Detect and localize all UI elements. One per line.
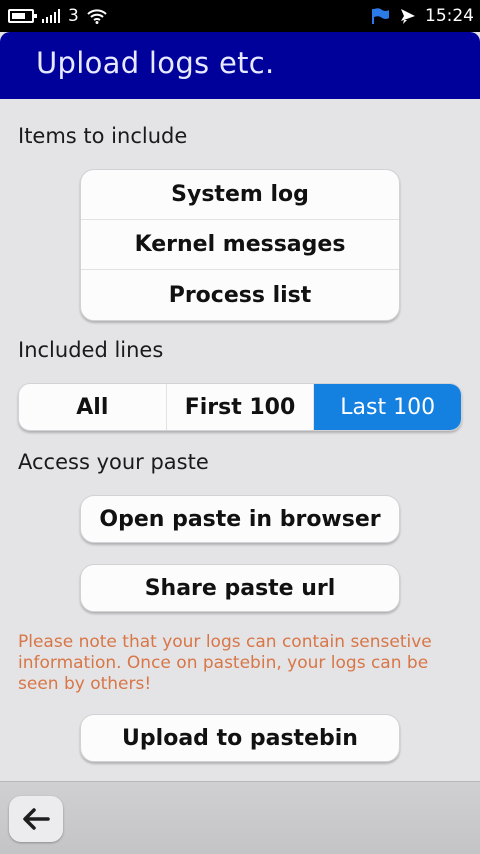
option-last-100[interactable]: Last 100: [314, 384, 461, 430]
signal-icon: [42, 9, 60, 23]
carrier-label: 3: [68, 6, 79, 26]
back-arrow-icon: [23, 808, 50, 830]
status-bar: 3 15:24: [0, 0, 480, 32]
items-section-label: Items to include: [18, 124, 188, 148]
bottom-toolbar: [0, 781, 480, 854]
item-system-log[interactable]: System log: [81, 170, 399, 220]
battery-icon: [8, 9, 37, 23]
privacy-warning: Please note that your logs can contain s…: [18, 632, 432, 694]
items-list: System log Kernel messages Process list: [80, 169, 400, 321]
page-title: Upload logs etc.: [36, 46, 275, 80]
access-section-label: Access your paste: [18, 450, 209, 474]
open-paste-button[interactable]: Open paste in browser: [80, 495, 400, 543]
clock: 15:24: [425, 6, 474, 26]
option-all[interactable]: All: [19, 384, 167, 430]
lines-section-label: Included lines: [18, 338, 164, 362]
back-button[interactable]: [9, 796, 63, 842]
item-process-list[interactable]: Process list: [81, 270, 399, 320]
item-kernel-messages[interactable]: Kernel messages: [81, 220, 399, 270]
lines-selector: All First 100 Last 100: [18, 383, 462, 431]
share-paste-url-button[interactable]: Share paste url: [80, 564, 400, 612]
title-bar: Upload logs etc.: [0, 32, 480, 99]
option-first-100[interactable]: First 100: [167, 384, 315, 430]
chat-bubble-icon[interactable]: [399, 7, 417, 25]
upload-to-pastebin-button[interactable]: Upload to pastebin: [80, 714, 400, 762]
wifi-icon: [87, 9, 107, 24]
notification-flag-icon[interactable]: [371, 7, 391, 25]
